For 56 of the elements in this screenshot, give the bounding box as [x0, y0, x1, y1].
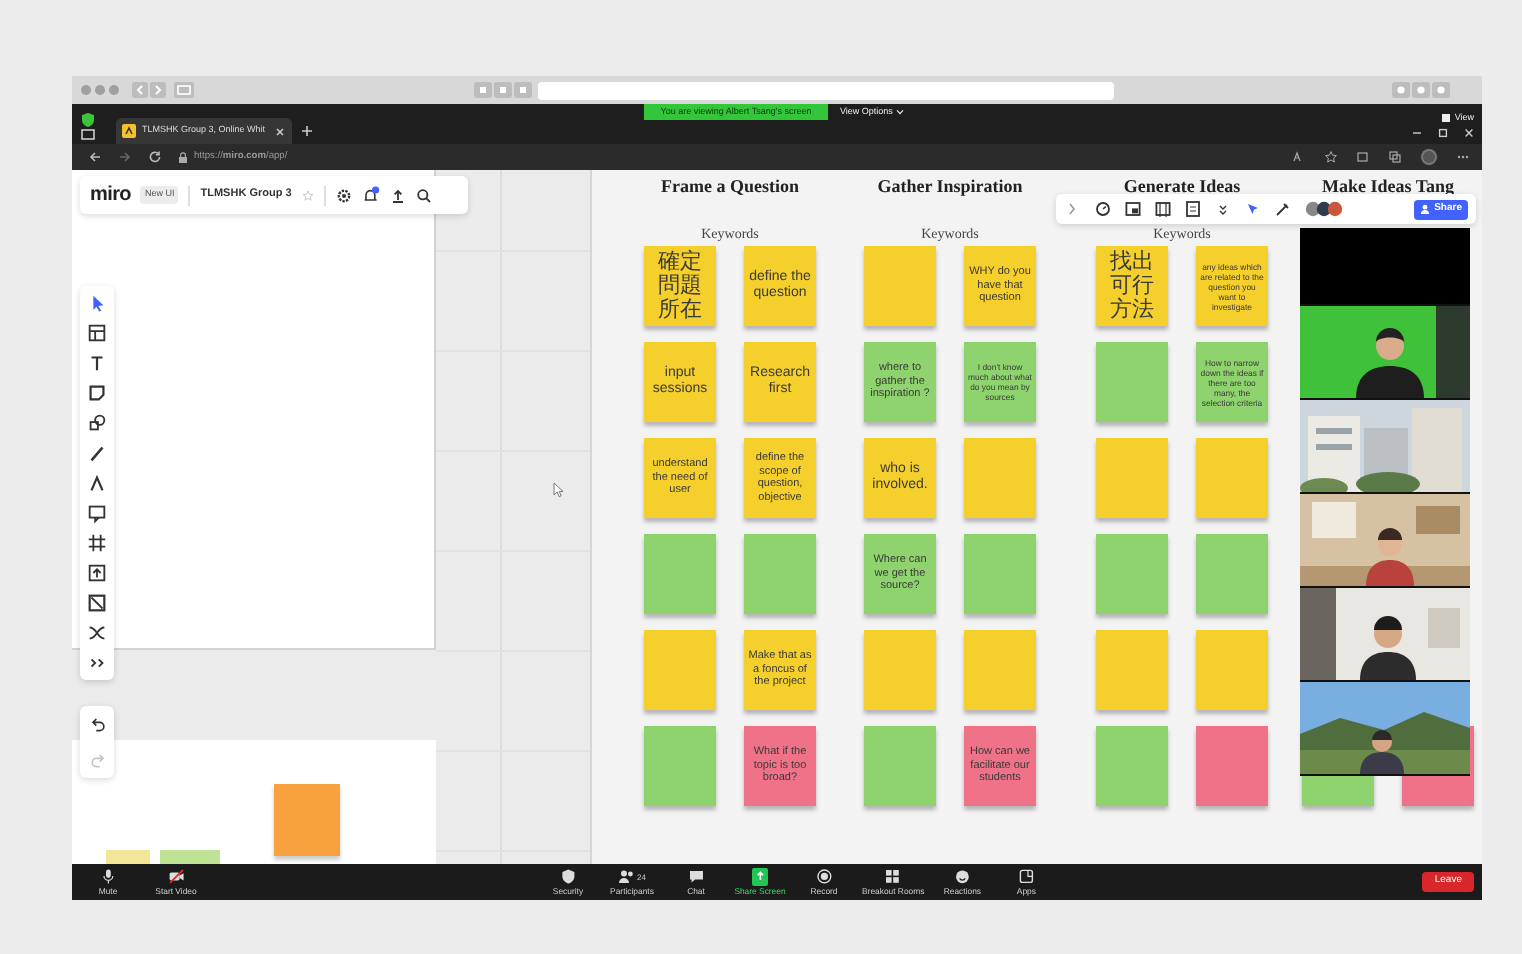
- forward-icon[interactable]: [118, 150, 132, 164]
- crop-icon[interactable]: [86, 592, 108, 614]
- sticky-note: [274, 784, 340, 856]
- frame-title: Make Ideas Tang: [1321, 174, 1455, 200]
- cursor-icon[interactable]: [1244, 200, 1262, 218]
- document-icon[interactable]: [1184, 200, 1202, 218]
- frame-icon[interactable]: [1154, 200, 1172, 218]
- pen-icon[interactable]: [86, 442, 108, 464]
- back-icon[interactable]: [88, 150, 102, 164]
- close-icon[interactable]: [274, 125, 286, 137]
- maximize-icon[interactable]: [1438, 128, 1448, 138]
- collections-icon[interactable]: [1388, 150, 1402, 164]
- star-icon[interactable]: [1324, 150, 1338, 164]
- app-logo: miro: [90, 182, 131, 210]
- draw-icon[interactable]: [1274, 200, 1292, 218]
- avatar-group-icon[interactable]: [1304, 200, 1344, 218]
- frame-title: Gather Inspiration: [877, 174, 1023, 200]
- more-icon[interactable]: [1214, 200, 1232, 218]
- templates-icon[interactable]: [86, 322, 108, 344]
- undo-icon[interactable]: [87, 714, 107, 734]
- more-icon[interactable]: [1456, 150, 1470, 164]
- shield-icon: [80, 112, 96, 140]
- puzzle-icon[interactable]: [1356, 150, 1370, 164]
- sticky-note: [160, 850, 220, 864]
- card-icon[interactable]: [1124, 200, 1142, 218]
- close-icon[interactable]: [1464, 128, 1474, 138]
- sticky-note-icon[interactable]: [86, 382, 108, 404]
- view-icon: [1442, 114, 1451, 123]
- shapes-icon[interactable]: [86, 412, 108, 434]
- frame-icon[interactable]: [86, 532, 108, 554]
- reload-icon[interactable]: [148, 150, 162, 164]
- sticky-note: 確定問題所在: [644, 246, 716, 326]
- read-aloud-icon[interactable]: [1292, 150, 1306, 164]
- minimize-icon[interactable]: [1412, 128, 1422, 138]
- star-icon[interactable]: [301, 189, 314, 201]
- caret-icon: [896, 108, 905, 116]
- user-icon: [1420, 204, 1431, 214]
- avatar-icon[interactable]: [1420, 148, 1438, 166]
- upload-icon[interactable]: [389, 187, 406, 203]
- board-favicon-icon: [122, 124, 136, 138]
- shuffle-icon[interactable]: [86, 622, 108, 644]
- frame-title: Frame a Question: [661, 174, 799, 200]
- sticky-note: [106, 850, 150, 864]
- text-icon[interactable]: [86, 352, 108, 374]
- connector-icon[interactable]: [86, 472, 108, 494]
- search-icon[interactable]: [415, 187, 432, 203]
- frame-title: Generate Ideas: [1123, 174, 1241, 200]
- comment-icon[interactable]: [86, 502, 108, 524]
- new-tab-icon[interactable]: [300, 124, 314, 138]
- sticky-note: 找出可行方法: [1096, 246, 1168, 326]
- upload-icon[interactable]: [86, 562, 108, 584]
- address-field[interactable]: [538, 81, 1114, 99]
- timer-icon[interactable]: [1094, 200, 1112, 218]
- window-controls-icon: [80, 84, 120, 96]
- bell-icon[interactable]: [361, 186, 380, 204]
- pointer-icon: [552, 482, 564, 498]
